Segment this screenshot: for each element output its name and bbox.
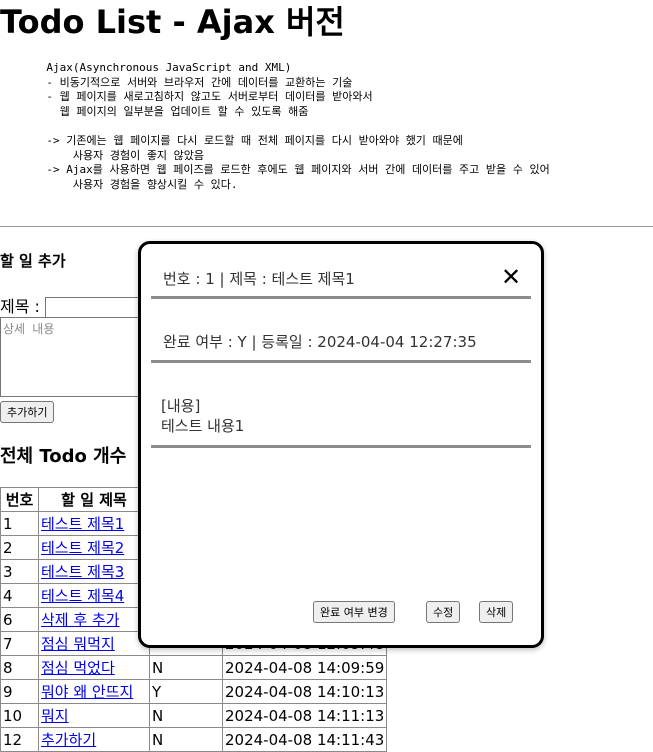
todo-title-link[interactable]: 테스트 제목1 [41, 515, 124, 533]
delete-button[interactable]: 삭제 [479, 601, 514, 623]
todo-title-link[interactable]: 점심 먹었다 [41, 659, 115, 677]
todo-no-cell: 7 [0, 631, 39, 656]
divider [0, 226, 653, 227]
todo-title-link[interactable]: 뭐지 [41, 707, 69, 725]
todo-count-heading: 전체 Todo 개수 [0, 446, 127, 467]
add-button[interactable]: 추가하기 [0, 401, 55, 423]
todo-date-cell: 2024-04-08 14:10:13 [221, 679, 388, 704]
modal-divider [151, 360, 531, 363]
add-todo-heading: 할 일 추가 [0, 252, 66, 270]
todo-title-cell: 삭제 후 추가 [38, 607, 150, 632]
todo-no-cell: 6 [0, 607, 39, 632]
todo-title-cell: 뭐지 [38, 703, 150, 728]
todo-no-cell: 2 [0, 535, 39, 560]
todo-done-cell: Y [149, 679, 223, 704]
todo-title-link[interactable]: 삭제 후 추가 [41, 611, 120, 629]
todo-title-cell: 테스트 제목1 [38, 511, 150, 536]
todo-no-cell: 4 [0, 583, 39, 608]
todo-title-cell: 점심 먹었다 [38, 655, 150, 680]
modal-header-text: 번호 : 1 | 제목 : 테스트 제목1 [163, 270, 355, 288]
todo-no-cell: 8 [0, 655, 39, 680]
todo-done-cell: N [149, 655, 223, 680]
col-header-no: 번호 [0, 487, 39, 512]
todo-title-cell: 테스트 제목3 [38, 559, 150, 584]
todo-no-cell: 9 [0, 679, 39, 704]
todo-title-link[interactable]: 뭐야 왜 안뜨지 [41, 683, 133, 701]
close-icon[interactable]: ✕ [500, 265, 522, 289]
todo-title-link[interactable]: 테스트 제목2 [41, 539, 124, 557]
modal-meta-text: 완료 여부 : Y | 등록일 : 2024-04-04 12:27:35 [163, 333, 477, 351]
modal-divider [151, 445, 531, 448]
table-row: 9 뭐야 왜 안뜨지 Y 2024-04-08 14:10:13 [0, 679, 388, 704]
todo-no-cell: 10 [0, 703, 39, 728]
content-text: 테스트 내용1 [161, 417, 245, 435]
todo-detail-modal: 번호 : 1 | 제목 : 테스트 제목1 ✕ 완료 여부 : Y | 등록일 … [138, 241, 544, 648]
toggle-done-button[interactable]: 완료 여부 변경 [313, 601, 395, 623]
todo-title-cell: 뭐야 왜 안뜨지 [38, 679, 150, 704]
todo-title-cell: 점심 뭐먹지 [38, 631, 150, 656]
todo-no-cell: 1 [0, 511, 39, 536]
todo-title-link[interactable]: 테스트 제목3 [41, 563, 124, 581]
ajax-description: Ajax(Asynchronous JavaScript and XML) - … [46, 61, 550, 191]
todo-title-link[interactable]: 추가하기 [41, 731, 96, 749]
page-title: Todo List - Ajax 버전 [0, 3, 345, 41]
todo-done-cell: N [149, 703, 223, 728]
todo-date-cell: 2024-04-08 14:11:13 [221, 703, 388, 728]
content-label: [내용] [161, 397, 201, 415]
table-row: 8 점심 먹었다 N 2024-04-08 14:09:59 [0, 655, 388, 680]
modal-content: [내용] 테스트 내용1 [161, 396, 244, 436]
title-label: 제목 : [0, 297, 40, 316]
todo-title-link[interactable]: 테스트 제목4 [41, 587, 124, 605]
todo-title-link[interactable]: 점심 뭐먹지 [41, 635, 115, 653]
todo-date-cell: 2024-04-08 14:09:59 [221, 655, 388, 680]
todo-no-cell: 3 [0, 559, 39, 584]
todo-title-cell: 테스트 제목4 [38, 583, 150, 608]
table-row: 10 뭐지 N 2024-04-08 14:11:13 [0, 703, 388, 728]
edit-button[interactable]: 수정 [426, 601, 461, 623]
modal-divider [151, 296, 531, 299]
todo-title-cell: 테스트 제목2 [38, 535, 150, 560]
col-header-title: 할 일 제목 [38, 487, 150, 512]
